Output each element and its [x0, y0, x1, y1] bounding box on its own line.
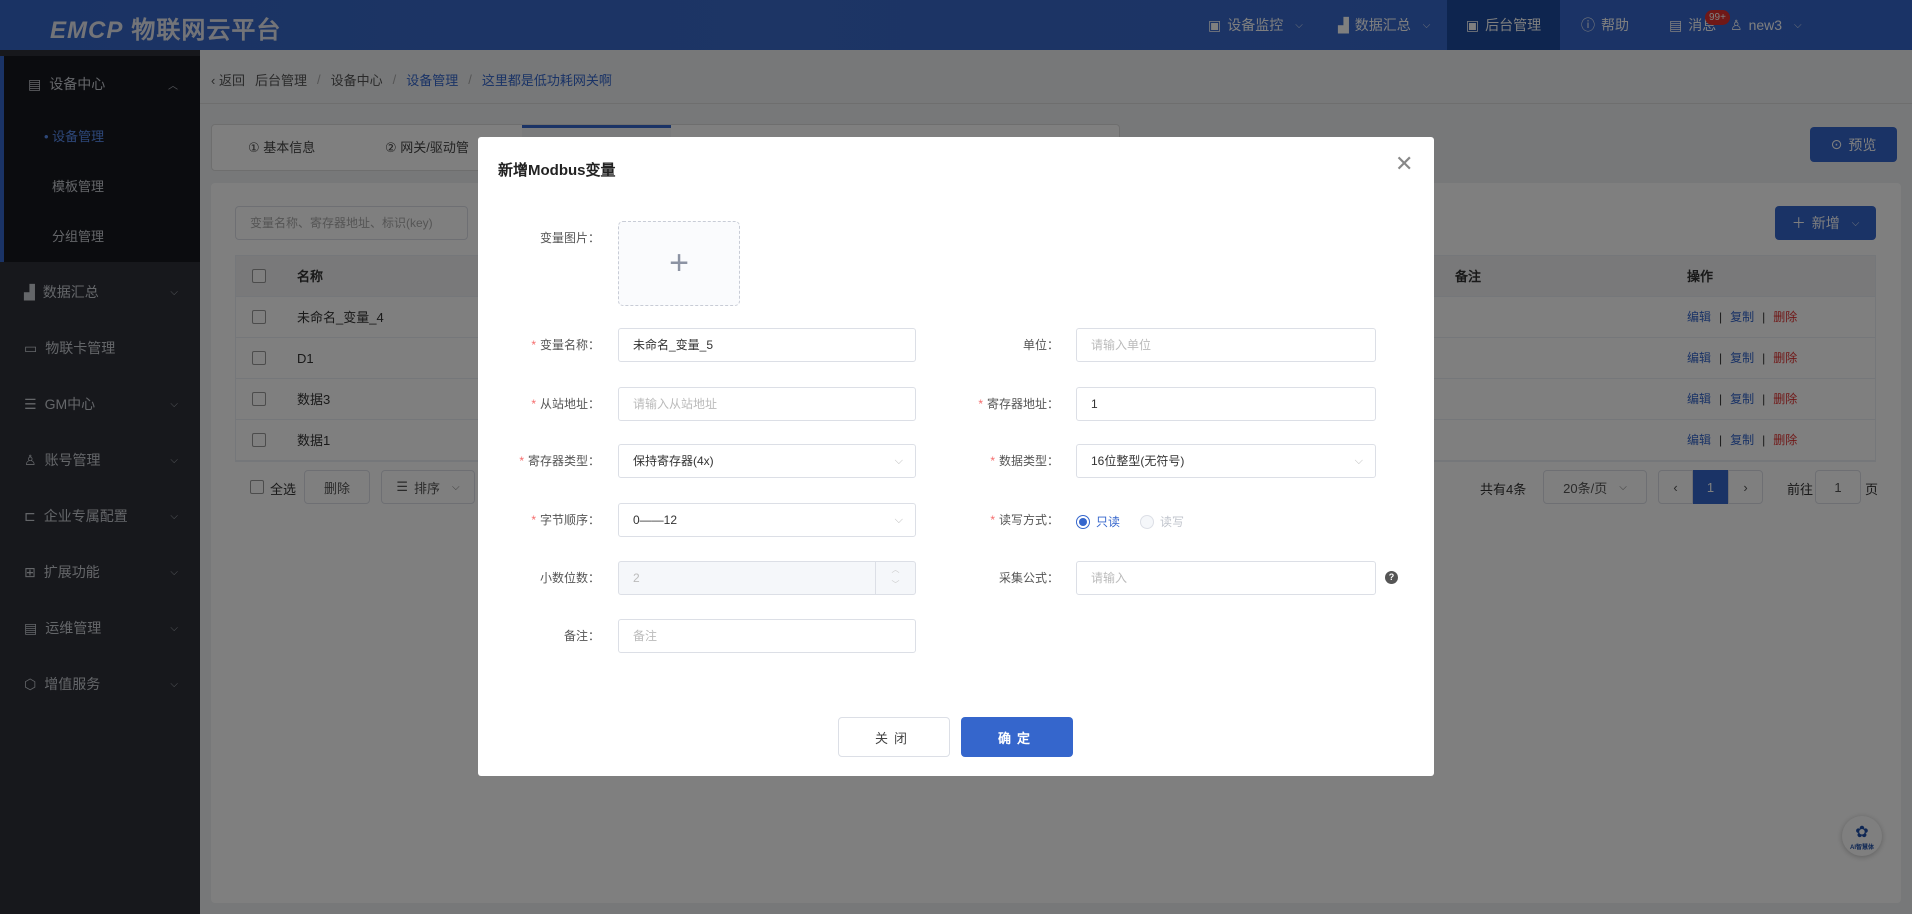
chevron-down-icon: ⌵ [1354, 455, 1363, 467]
add-modbus-variable-dialog: 新增Modbus变量 ✕ 变量图片： + * 变量名称： 未命名_变量_5 单位：… [478, 137, 1434, 776]
data-type-label: * 数据类型： [990, 454, 1059, 468]
register-address-input[interactable]: 1 [1076, 387, 1376, 421]
formula-label: 采集公式： [998, 571, 1059, 585]
help-icon[interactable]: ? [1385, 571, 1398, 584]
close-icon[interactable]: ✕ [1395, 151, 1413, 177]
slave-address-input[interactable]: 请输入从站地址 [618, 387, 916, 421]
confirm-button[interactable]: 确定 [961, 717, 1073, 757]
radio-read-write[interactable]: 读写 [1140, 513, 1184, 530]
stepper-arrows: ︿ ﹀ [875, 562, 915, 594]
image-label: 变量图片： [539, 231, 600, 245]
byte-order-select[interactable]: 0——12 ⌵ [618, 503, 916, 537]
byte-order-label: * 字节顺序： [531, 513, 600, 527]
name-input[interactable]: 未命名_变量_5 [618, 328, 916, 362]
decimals-stepper: 2 ︿ ﹀ [618, 561, 916, 595]
register-type-label: * 寄存器类型： [519, 454, 600, 468]
unit-label: 单位： [1022, 338, 1059, 352]
dialog-title: 新增Modbus变量 [498, 162, 616, 179]
image-upload[interactable]: + [618, 221, 740, 306]
formula-input[interactable]: 请输入 [1076, 561, 1376, 595]
decimals-label: 小数位数： [539, 571, 600, 585]
data-type-select[interactable]: 16位整型(无符号) ⌵ [1076, 444, 1376, 478]
rw-mode-label: * 读写方式： [990, 513, 1059, 527]
slave-address-label: * 从站地址： [531, 397, 600, 411]
close-button[interactable]: 关闭 [838, 717, 950, 757]
radio-read-only[interactable]: 只读 [1076, 513, 1120, 530]
unit-input[interactable]: 请输入单位 [1076, 328, 1376, 362]
chevron-down-icon: ⌵ [894, 514, 903, 526]
plus-icon: + [669, 244, 689, 282]
name-label: * 变量名称： [531, 338, 600, 352]
chevron-down-icon: ⌵ [894, 455, 903, 467]
register-address-label: * 寄存器地址： [978, 397, 1059, 411]
register-type-select[interactable]: 保持寄存器(4x) ⌵ [618, 444, 916, 478]
remark-input[interactable]: 备注 [618, 619, 916, 653]
remark-label: 备注： [563, 629, 600, 643]
